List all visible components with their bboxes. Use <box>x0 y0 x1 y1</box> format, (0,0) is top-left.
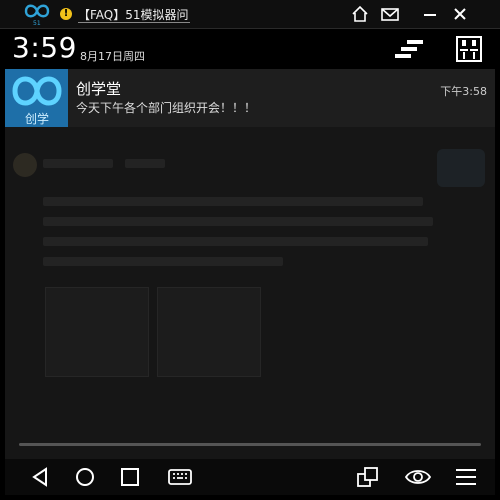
notification-title: 创学堂 <box>76 80 122 98</box>
home-window-button[interactable] <box>350 4 370 24</box>
blurred-badge <box>437 149 485 187</box>
home-button[interactable] <box>72 465 98 489</box>
window-title-link[interactable]: 【FAQ】51模拟器问 <box>78 6 189 23</box>
avatar <box>13 153 37 177</box>
date: 8月17日周四 <box>80 50 145 63</box>
eye-icon <box>404 470 432 484</box>
notification-time: 下午3:58 <box>440 85 487 98</box>
shade-handle-bar <box>19 443 481 446</box>
dimmed-background <box>5 127 495 457</box>
screen-rotate-button[interactable] <box>355 465 381 489</box>
screen-rotate-icon <box>357 467 378 487</box>
close-icon <box>454 8 466 20</box>
blurred-image <box>45 287 149 377</box>
android-screen: 3:59 8月17日周四 创学 创学堂 今天下午各个部门组织开会！！！ 下午3:… <box>5 29 495 495</box>
home-icon <box>352 5 368 22</box>
recents-icon <box>121 468 139 486</box>
clock: 3:59 <box>12 31 77 64</box>
blurred-text <box>43 197 423 206</box>
notification-shade-header: 3:59 8月17日周四 <box>5 29 495 69</box>
message-window-button[interactable] <box>380 4 400 24</box>
app-icon: 创学 <box>5 69 68 127</box>
window-title-bar: 51 ! 【FAQ】51模拟器问 <box>0 0 500 29</box>
svg-text:创学: 创学 <box>25 111 49 126</box>
keyboard-icon <box>168 469 192 485</box>
sort-lines-icon <box>395 40 423 58</box>
keyboard-button[interactable] <box>167 465 193 489</box>
close-window-button[interactable] <box>450 4 470 24</box>
eye-button[interactable] <box>404 465 432 489</box>
blurred-text <box>43 217 433 226</box>
emulator-logo-icon: 51 <box>22 2 52 27</box>
mail-icon <box>381 8 399 21</box>
settings-sliders-icon <box>456 36 482 62</box>
clear-notifications-button[interactable] <box>393 36 425 62</box>
minimize-window-button[interactable] <box>420 4 440 24</box>
blurred-text <box>43 237 428 246</box>
home-icon <box>76 468 94 486</box>
back-button[interactable] <box>27 465 53 489</box>
blurred-image <box>157 287 261 377</box>
recents-button[interactable] <box>117 465 143 489</box>
navigation-bar <box>5 459 495 495</box>
minimize-icon <box>424 14 436 16</box>
notification-message: 今天下午各个部门组织开会！！！ <box>76 101 257 115</box>
blurred-text <box>43 257 283 266</box>
title-underline <box>78 22 190 23</box>
menu-button[interactable] <box>453 465 479 489</box>
blurred-text <box>125 159 165 168</box>
warning-icon: ! <box>60 8 72 20</box>
blurred-text <box>43 159 113 168</box>
svg-text:51: 51 <box>33 20 41 26</box>
notification-card[interactable]: 创学 创学堂 今天下午各个部门组织开会！！！ 下午3:58 <box>5 69 495 127</box>
menu-icon <box>456 469 476 485</box>
quick-settings-button[interactable] <box>455 35 483 63</box>
back-icon <box>32 467 47 487</box>
